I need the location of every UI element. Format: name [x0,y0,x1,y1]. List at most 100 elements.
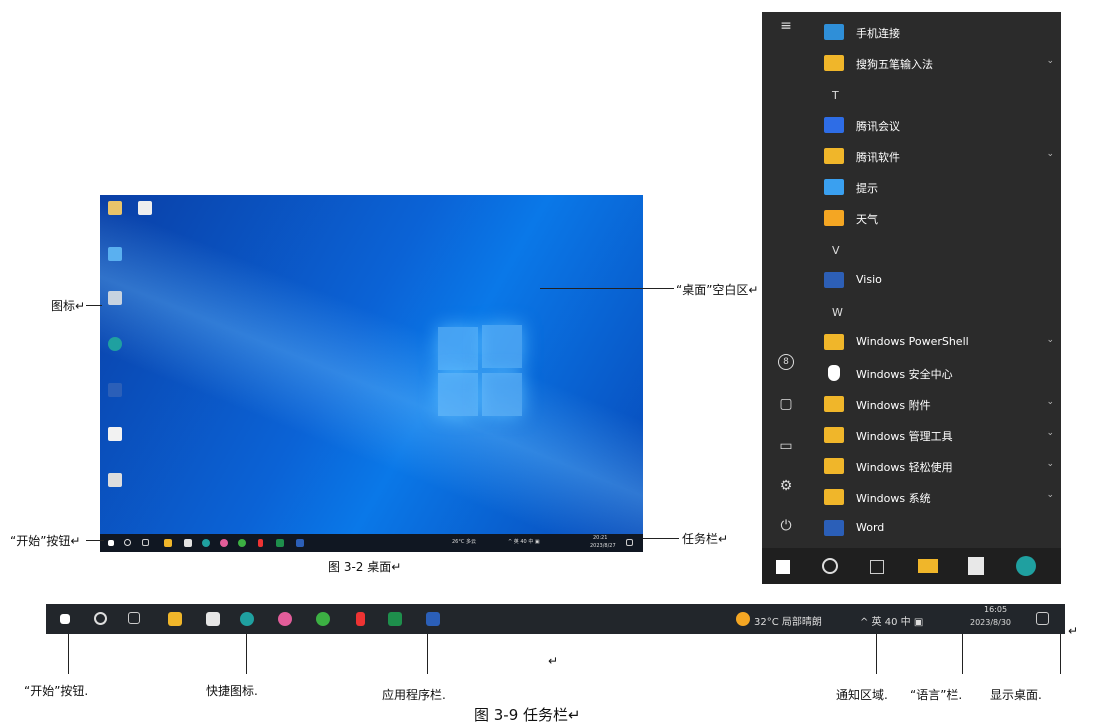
app-icon [824,55,844,71]
notepad-icon[interactable] [184,539,192,547]
qq-icon[interactable] [356,612,365,626]
task-view-icon[interactable] [142,539,149,546]
annotation-taskbar: 任务栏↵ [682,532,729,546]
file-explorer-icon[interactable] [164,539,172,547]
start-menu-item[interactable]: 提示 [820,173,1060,203]
clock-date[interactable]: 2023/8/27 [590,543,616,549]
clock-time[interactable]: 16:05 [984,605,1007,614]
search-icon[interactable] [94,612,107,625]
task-view-icon[interactable] [128,612,140,624]
start-menu-item[interactable]: Word [820,514,1060,544]
label-show-desktop: 显示桌面. [990,688,1042,702]
start-menu-item-label: Windows 管理工具 [856,430,953,443]
start-menu-item[interactable]: 天气 [820,204,1060,234]
edge-icon[interactable] [240,612,254,626]
callout-line [962,634,963,674]
start-menu-item[interactable]: 腾讯软件 ⌄ [820,142,1060,172]
section-letter: W [832,306,843,319]
start-menu-item-label: Windows PowerShell [856,335,969,348]
notification-icon[interactable] [626,539,633,546]
clock-date[interactable]: 2023/8/30 [970,618,1011,627]
search-icon[interactable] [124,539,131,546]
start-menu: ≡ 8 ▢ ▭ ⚙ ⏻ 手机连接 搜狗五笔输入法 ⌄ T 腾讯会议 腾讯软件 ⌄ 提示 天气 V V… [762,12,1061,584]
word-icon[interactable] [108,383,122,397]
start-menu-item-label: 天气 [856,213,878,226]
app-icon [824,272,844,288]
tray-text[interactable]: ^ 英 40 中 ▣ [508,538,540,545]
label-quick-icons: 快捷图标. [206,684,258,698]
start-menu-taskbar [762,548,1061,584]
document-icon[interactable] [108,473,122,487]
file-explorer-icon[interactable] [168,612,182,626]
start-menu-item-label: Windows 轻松使用 [856,461,953,474]
search-icon[interactable] [822,558,838,574]
chevron-down-icon[interactable]: ⌄ [1046,490,1054,500]
light-beam [100,195,643,552]
start-menu-item[interactable]: Windows 轻松使用 ⌄ [820,452,1060,482]
annotation-desktop-blank: “桌面”空白区↵ [676,283,759,297]
edge-icon[interactable] [108,337,122,351]
leader-line [86,305,102,306]
section-letter: T [832,89,839,102]
file-icon[interactable] [138,201,152,215]
chevron-down-icon[interactable]: ⌄ [1046,428,1054,438]
task-view-icon[interactable] [870,560,884,574]
chevron-down-icon[interactable]: ⌄ [1046,335,1054,345]
file-explorer-icon[interactable] [918,559,938,573]
chevron-down-icon[interactable]: ⌄ [1046,459,1054,469]
word-icon[interactable] [426,612,440,626]
notification-icon[interactable] [1036,612,1049,625]
chevron-down-icon[interactable]: ⌄ [1046,397,1054,407]
wechat-icon[interactable] [238,539,246,547]
start-menu-item[interactable]: 腾讯会议 [820,111,1060,141]
settings-gear-icon[interactable]: ⚙ [776,478,796,498]
pictures-icon[interactable]: ▭ [776,438,796,458]
user-folder-icon[interactable] [108,201,122,215]
browser-icon[interactable] [278,612,292,626]
weather-text[interactable]: 26°C 多云 [452,538,476,545]
meeting-app-icon[interactable] [108,427,122,441]
power-icon[interactable]: ⏻ [776,518,796,538]
edge-icon[interactable] [1016,556,1036,576]
desktop-taskbar: 26°C 多云 ^ 英 40 中 ▣ 20:21 2023/8/27 [100,534,643,552]
weather-text[interactable]: 32°C 局部晴朗 [754,613,822,628]
excel-icon[interactable] [388,612,402,626]
browser-icon[interactable] [220,539,228,547]
start-icon[interactable] [60,614,70,624]
wechat-icon[interactable] [316,612,330,626]
start-icon[interactable] [108,540,114,546]
app-icon [824,148,844,164]
start-menu-item-label: Windows 附件 [856,399,931,412]
leader-line [540,288,674,289]
start-menu-item[interactable]: 搜狗五笔输入法 ⌄ [820,49,1060,79]
start-icon[interactable] [776,560,790,574]
edge-icon[interactable] [202,539,210,547]
label-notification-area: 通知区域. [836,688,888,702]
hamburger-menu-icon[interactable]: ≡ [776,18,796,38]
start-menu-item[interactable]: Windows 系统 ⌄ [820,483,1060,513]
excel-icon[interactable] [276,539,284,547]
notepad-icon[interactable] [206,612,220,626]
computer-icon[interactable] [108,247,122,261]
documents-icon[interactable]: ▢ [776,396,796,416]
weather-icon[interactable] [736,612,750,626]
start-menu-item[interactable]: Windows PowerShell ⌄ [820,328,1060,358]
callout-line [68,634,69,674]
word-icon[interactable] [296,539,304,547]
notepad-icon[interactable] [968,557,984,575]
clock-time[interactable]: 20:21 [593,535,607,541]
recycle-bin-icon[interactable] [108,291,122,305]
tray-text[interactable]: ^ 英 40 中 ▣ [860,613,923,628]
start-menu-item-label: 腾讯会议 [856,120,900,133]
start-menu-item[interactable]: Visio [820,266,1060,296]
start-menu-item[interactable]: 手机连接 [820,18,1060,48]
qq-icon[interactable] [258,539,263,547]
leader-line [86,540,104,541]
start-menu-item[interactable]: Windows 附件 ⌄ [820,390,1060,420]
chevron-down-icon[interactable]: ⌄ [1046,149,1054,159]
chevron-down-icon[interactable]: ⌄ [1046,56,1054,66]
user-account-icon[interactable]: 8 [778,354,794,370]
start-menu-item[interactable]: Windows 安全中心 [820,359,1060,389]
start-menu-item[interactable]: Windows 管理工具 ⌄ [820,421,1060,451]
callout-line [1060,634,1061,674]
